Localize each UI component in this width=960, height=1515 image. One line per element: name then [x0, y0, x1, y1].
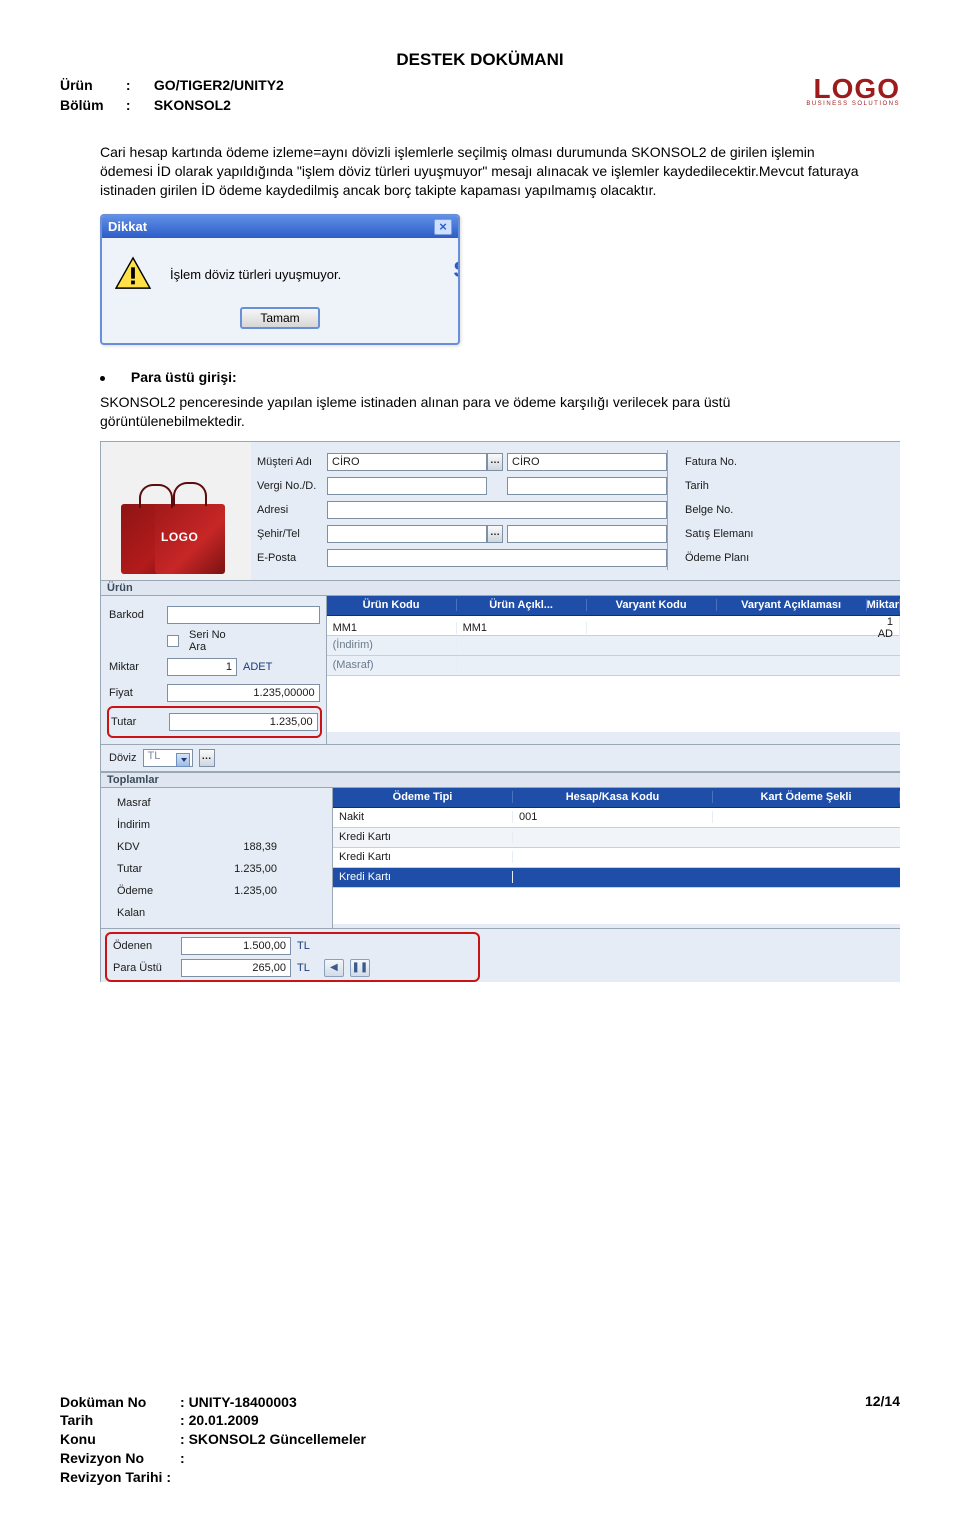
paragraph-1: Cari hesap kartında ödeme izleme=aynı dö…: [100, 143, 860, 200]
warning-icon: [114, 256, 152, 293]
ok-button[interactable]: Tamam: [240, 307, 319, 329]
payment-row-kredi-selected[interactable]: Kredi Kartı: [333, 868, 900, 888]
section-urun: Ürün: [101, 580, 900, 596]
lookup-doviz[interactable]: …: [199, 749, 215, 767]
lbl-tot-odeme: Ödeme: [117, 885, 175, 897]
lbl-barkod: Barkod: [109, 609, 161, 621]
lbl-paraustu: Para Üstü: [113, 962, 175, 974]
bolum-label: Bölüm: [60, 96, 122, 116]
f-dokno-lbl: Doküman No: [60, 1393, 180, 1412]
urun-grid-header: Ürün Kodu Ürün Açıkl... Varyant Kodu Var…: [327, 596, 900, 616]
bolum-value: SKONSOL2: [154, 97, 231, 113]
lbl-sehir: Şehir/Tel: [257, 528, 327, 540]
lbl-masraf: Masraf: [117, 797, 175, 809]
unit-miktar: ADET: [243, 661, 272, 673]
close-icon[interactable]: ×: [434, 219, 452, 235]
fld-eposta[interactable]: [327, 549, 667, 567]
page-number: 12/14: [865, 1393, 900, 1487]
urun-label: Ürün: [60, 76, 122, 96]
nav-pause-icon[interactable]: ❚❚: [350, 959, 370, 977]
highlight-odenen: Ödenen 1.500,00 TL Para Üstü 265,00 TL ◀…: [105, 932, 480, 982]
lbl-tutar: Tutar: [111, 716, 163, 728]
page-footer: Doküman No: UNITY-18400003 Tarih: 20.01.…: [60, 1393, 900, 1487]
lbl-vergi: Vergi No./D.: [257, 480, 327, 492]
nav-prev-icon[interactable]: ◀: [324, 959, 344, 977]
colon: :: [126, 77, 131, 93]
lbl-fatura: Fatura No.: [685, 456, 775, 468]
chk-seri[interactable]: [167, 635, 179, 647]
fld-adres[interactable]: [327, 501, 667, 519]
fld-musteri-name[interactable]: CİRO: [507, 453, 667, 471]
lbl-odeme-plani: Ödeme Planı: [685, 552, 775, 564]
bullet-label: Para üstü girişi:: [131, 369, 237, 385]
payment-grid-header: Ödeme Tipi Hesap/Kasa Kodu Kart Ödeme Şe…: [333, 788, 900, 808]
f-revtar-lbl: Revizyon Tarihi :: [60, 1469, 171, 1485]
fld-odenen[interactable]: 1.500,00: [181, 937, 291, 955]
f-dokno-val: UNITY-18400003: [189, 1394, 297, 1410]
lbl-belge: Belge No.: [685, 504, 775, 516]
skonsol-panel: LOGO Müşteri Adı CİRO … CİRO Fatura No. …: [100, 441, 900, 982]
logo-sub: BUSINESS SOLUTIONS: [806, 101, 900, 107]
fld-vergi[interactable]: [327, 477, 487, 495]
urun-grid-row[interactable]: MM1 MM1 1 AD: [327, 616, 900, 636]
lbl-fiyat: Fiyat: [109, 687, 161, 699]
lbl-musteri: Müşteri Adı: [257, 456, 327, 468]
lbl-satis: Satış Elemanı: [685, 528, 775, 540]
paragraph-2: SKONSOL2 penceresinde yapılan işleme ist…: [100, 393, 860, 431]
section-toplamlar: Toplamlar: [101, 772, 900, 788]
page-header: Ürün : GO/TIGER2/UNITY2 Bölüm : SKONSOL2…: [60, 76, 900, 115]
f-tarih-lbl: Tarih: [60, 1411, 180, 1430]
fld-miktar[interactable]: 1: [167, 658, 237, 676]
hint-letter: S: [453, 257, 460, 283]
cur-odenen: TL: [297, 940, 310, 952]
payment-row-kredi-2[interactable]: Kredi Kartı: [333, 848, 900, 868]
bullet-para-ustu: Para üstü girişi:: [100, 369, 900, 385]
doc-title: DESTEK DOKÜMANI: [60, 50, 900, 70]
cur-paraustu: TL: [297, 962, 310, 974]
lbl-indirim: İndirim: [117, 819, 175, 831]
val-kdv: 188,39: [183, 841, 283, 853]
lbl-kalan: Kalan: [117, 907, 175, 919]
urun-grid-masraf: (Masraf): [327, 656, 900, 676]
logo: LOGO BUSINESS SOLUTIONS: [806, 76, 900, 107]
fld-musteri-code[interactable]: CİRO: [327, 453, 487, 471]
lbl-tarih: Tarih: [685, 480, 775, 492]
fld-vergi2[interactable]: [507, 477, 667, 495]
f-revno-lbl: Revizyon No: [60, 1449, 180, 1468]
fld-tel[interactable]: [507, 525, 667, 543]
dialog-message: İşlem döviz türleri uyuşmuyor.: [170, 267, 341, 282]
f-konu-val: SKONSOL2 Güncellemeler: [189, 1431, 366, 1447]
lbl-kdv: KDV: [117, 841, 175, 853]
warning-dialog: Dikkat × İşlem döviz türleri uyuşmuyor. …: [100, 214, 460, 345]
lbl-tot-tutar: Tutar: [117, 863, 175, 875]
lbl-odenen: Ödenen: [113, 940, 175, 952]
colon: :: [126, 97, 131, 113]
payment-row-kredi-1[interactable]: Kredi Kartı: [333, 828, 900, 848]
fld-paraustu: 265,00: [181, 959, 291, 977]
fld-tutar[interactable]: 1.235,00: [169, 713, 318, 731]
bullet-icon: [100, 376, 105, 381]
dialog-title: Dikkat: [108, 219, 147, 234]
lbl-eposta: E-Posta: [257, 552, 327, 564]
f-tarih-val: 20.01.2009: [189, 1412, 259, 1428]
highlight-tutar: Tutar 1.235,00: [107, 706, 322, 738]
lbl-seri: Seri No Ara: [189, 629, 241, 653]
lbl-adres: Adresi: [257, 504, 327, 516]
lbl-doviz: Döviz: [109, 752, 137, 764]
lookup-sehir[interactable]: …: [487, 525, 503, 543]
sel-doviz[interactable]: TL: [143, 749, 193, 767]
urun-grid-indirim: (İndirim): [327, 636, 900, 656]
logo-main: LOGO: [806, 76, 900, 101]
payment-row-nakit[interactable]: Nakit 001: [333, 808, 900, 828]
fld-fiyat[interactable]: 1.235,00000: [167, 684, 320, 702]
val-tot-odeme: 1.235,00: [183, 885, 283, 897]
f-konu-lbl: Konu: [60, 1430, 180, 1449]
fld-sehir[interactable]: [327, 525, 487, 543]
logo-bags-image: LOGO: [101, 442, 251, 580]
lbl-miktar: Miktar: [109, 661, 161, 673]
val-tot-tutar: 1.235,00: [183, 863, 283, 875]
fld-barkod[interactable]: [167, 606, 320, 624]
urun-value: GO/TIGER2/UNITY2: [154, 77, 284, 93]
lookup-musteri[interactable]: …: [487, 453, 503, 471]
